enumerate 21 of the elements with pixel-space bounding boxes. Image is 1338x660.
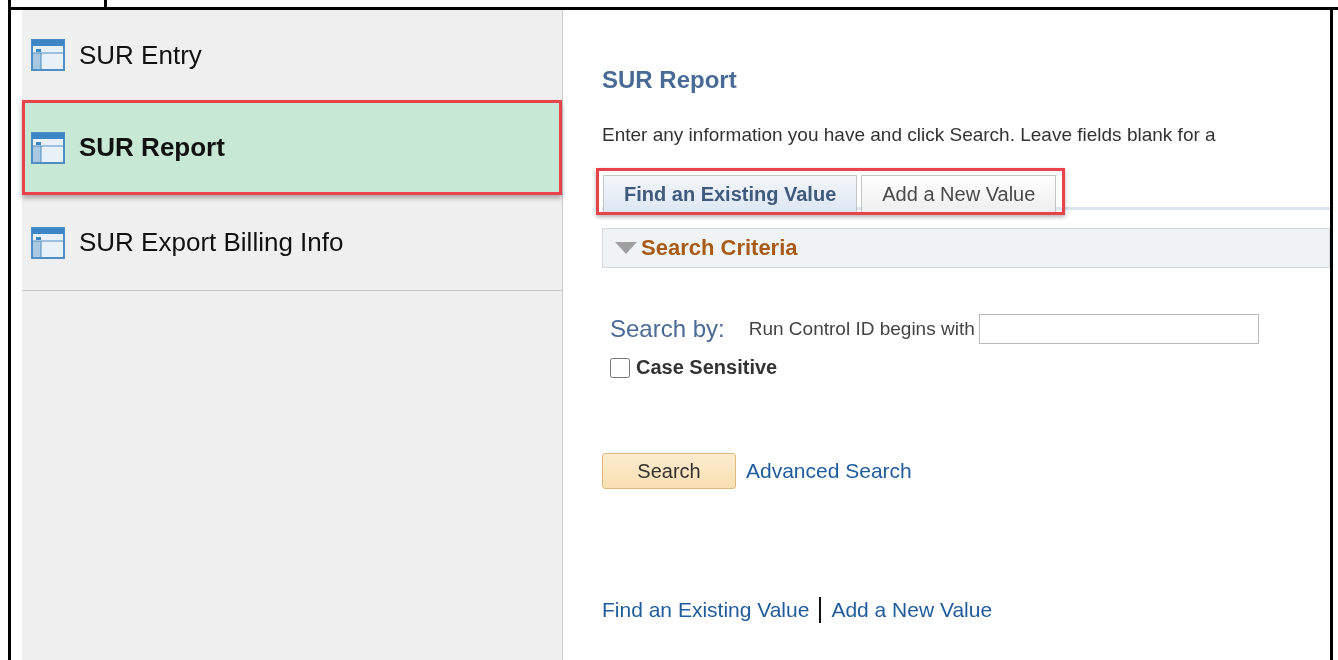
section-header[interactable]: Search Criteria bbox=[602, 228, 1330, 268]
window-icon bbox=[31, 226, 65, 259]
footer-link[interactable]: Add a New Value bbox=[831, 598, 993, 622]
checkbox-label: Case Sensitive bbox=[636, 356, 778, 379]
search-by-label: Search by: bbox=[610, 315, 725, 343]
field-label: Run Control ID begins with bbox=[748, 318, 975, 340]
tab[interactable]: Add a New Value bbox=[861, 175, 1057, 212]
checkbox[interactable] bbox=[610, 357, 630, 378]
tab[interactable]: Find an Existing Value bbox=[603, 175, 858, 212]
run-control-field[interactable] bbox=[978, 314, 1259, 344]
search-button[interactable]: Search bbox=[602, 453, 736, 489]
section-title: Search Criteria bbox=[641, 235, 798, 261]
advanced-search-link[interactable]: Advanced Search bbox=[746, 459, 912, 483]
sidebar-item[interactable]: SUR Entry bbox=[22, 10, 562, 100]
footer-link[interactable]: Find an Existing Value bbox=[602, 598, 810, 622]
sidebar-item[interactable]: SUR Report bbox=[22, 100, 562, 195]
window-icon bbox=[31, 39, 65, 71]
sidebar-item[interactable]: SUR Export Billing Info bbox=[22, 195, 562, 290]
page-title: SUR Report bbox=[602, 66, 738, 94]
window-icon bbox=[31, 131, 65, 164]
instructions-text: Enter any information you have and click Search. Leave fields blank for a bbox=[602, 124, 1217, 146]
